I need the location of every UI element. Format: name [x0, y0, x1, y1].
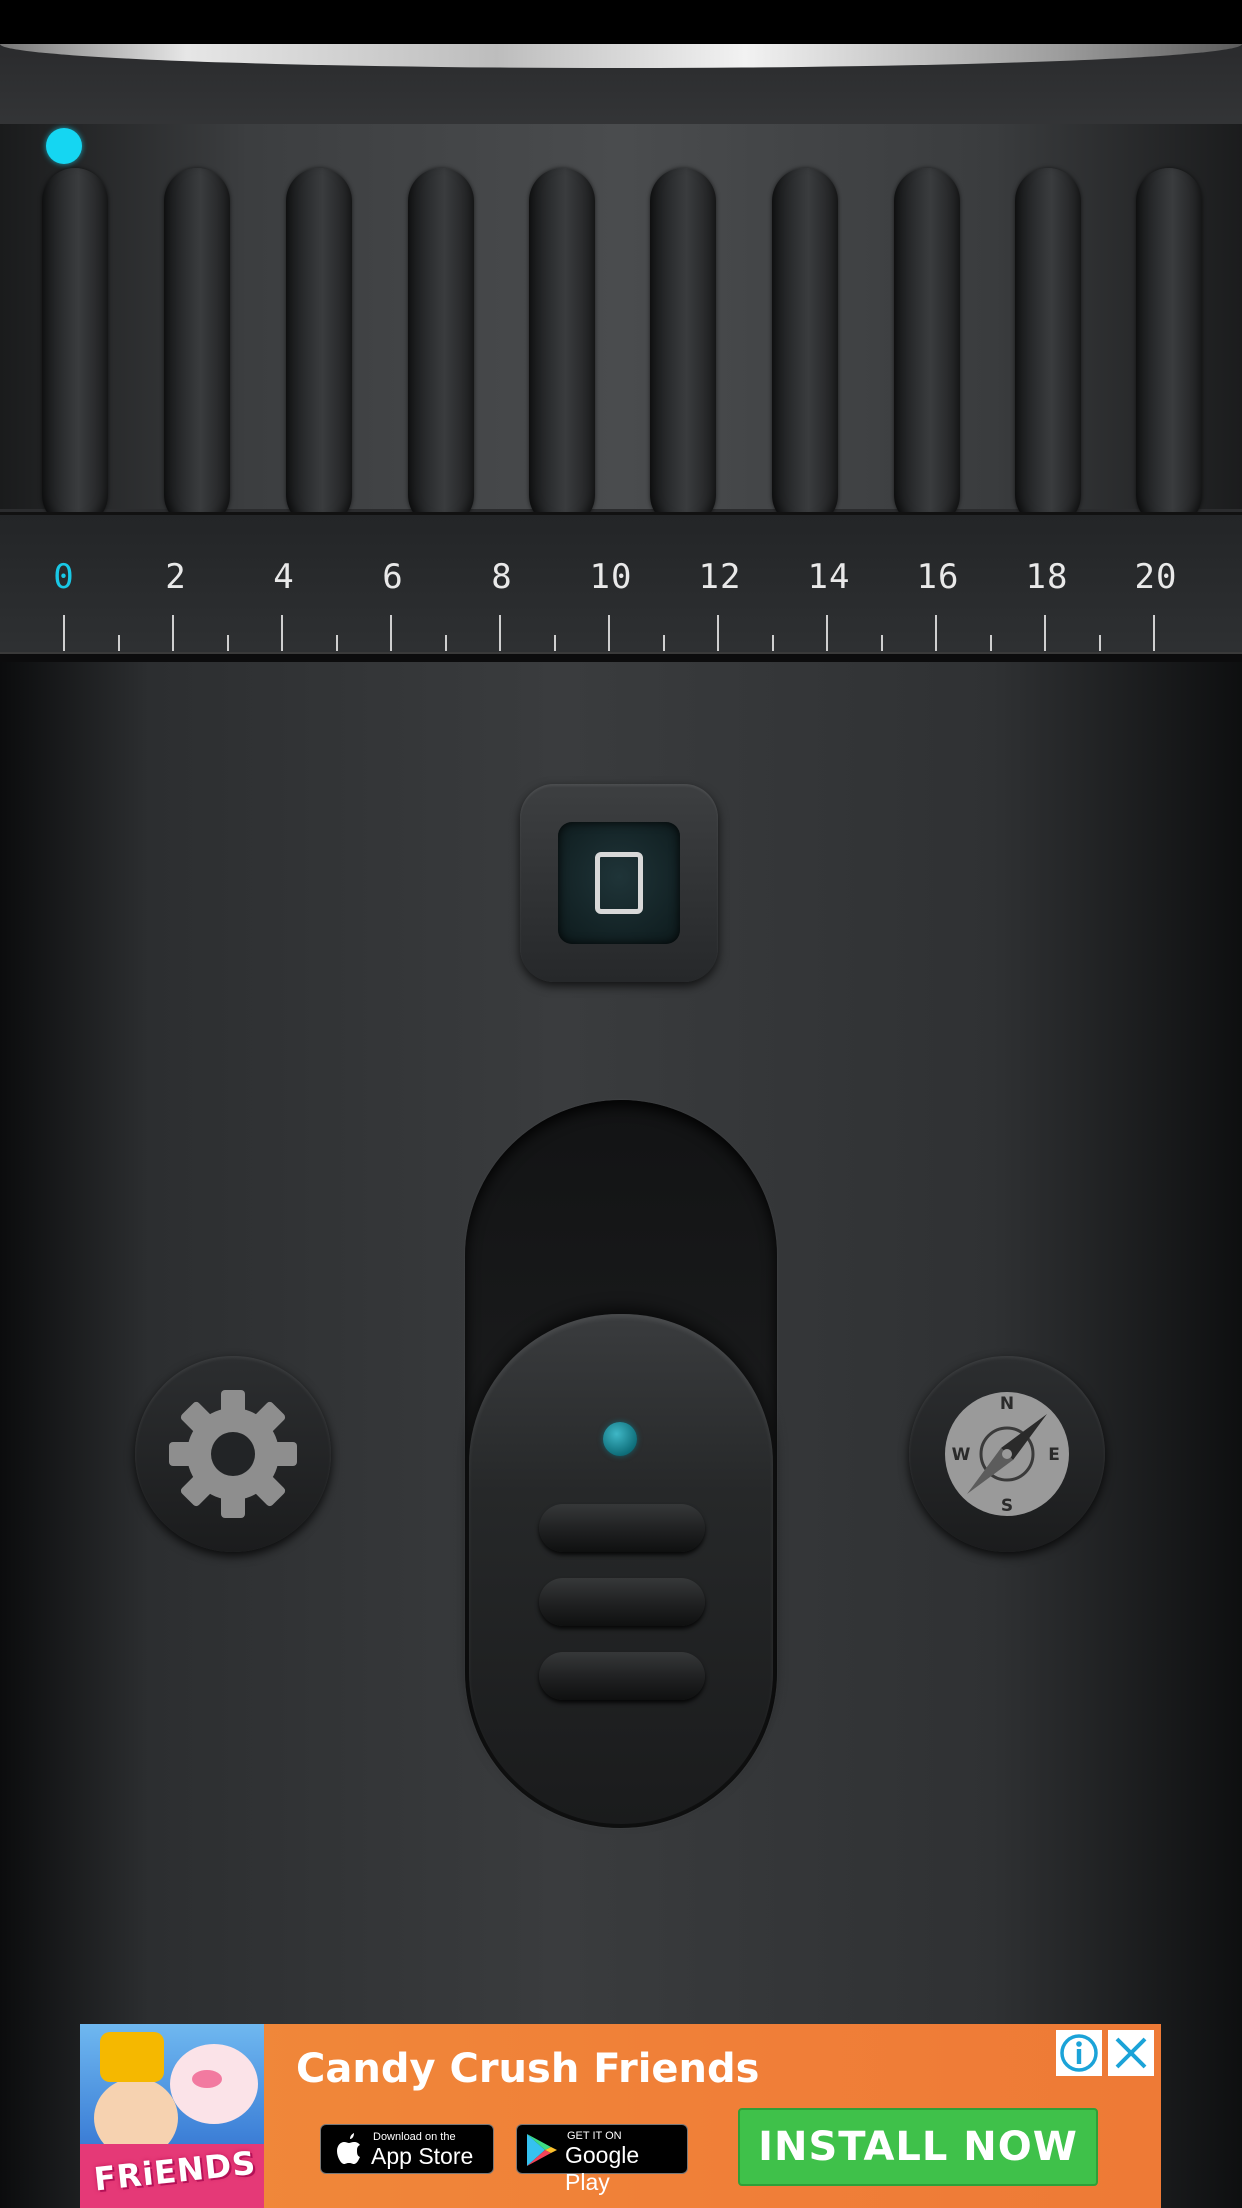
- scale-minor-tick: [880, 635, 883, 651]
- scale-minor-tick: [444, 635, 447, 651]
- scale-minor-tick: [553, 635, 556, 651]
- scale-label: 6: [382, 557, 404, 597]
- strobe-scale[interactable]: 0 2 4 6 8 10 12 14 16 18 20: [0, 512, 1242, 662]
- compass-east-label: E: [1048, 1445, 1060, 1465]
- knob-ridge: [286, 168, 352, 514]
- compass-south-label: S: [1001, 1496, 1013, 1516]
- knob-ridge: [42, 168, 108, 514]
- scale-major-tick: [1044, 615, 1046, 651]
- scale-major-tick: [717, 615, 719, 651]
- knob-ridge: [894, 168, 960, 514]
- gear-icon: [169, 1390, 297, 1518]
- scale-label: 14: [807, 557, 851, 597]
- knob-ridge: [772, 168, 838, 514]
- switch-grip: [539, 1578, 705, 1626]
- scale-label: 8: [491, 557, 513, 597]
- scale-label: 20: [1134, 557, 1178, 597]
- compass-north-label: N: [1000, 1394, 1014, 1414]
- knob-ridge: [164, 168, 230, 514]
- scale-minor-tick: [662, 635, 665, 651]
- scale-minor-tick: [335, 635, 338, 651]
- phone-screen-icon: [595, 852, 643, 914]
- scale-major-tick: [935, 615, 937, 651]
- ad-character-snout: [192, 2070, 222, 2088]
- scale-minor-tick: [1098, 635, 1101, 651]
- app-store-big-text: App Store: [371, 2143, 474, 2169]
- power-switch[interactable]: [469, 1314, 773, 1824]
- scale-minor-tick: [771, 635, 774, 651]
- scale-major-tick: [608, 615, 610, 651]
- knob-ridge: [650, 168, 716, 514]
- app-store-badge[interactable]: Download on the App Store: [320, 2124, 494, 2174]
- install-now-button[interactable]: INSTALL NOW: [738, 2108, 1098, 2186]
- screen-light-button[interactable]: [520, 784, 718, 982]
- scale-minor-tick: [989, 635, 992, 651]
- ad-close-button[interactable]: [1108, 2030, 1154, 2076]
- scale-label: 16: [916, 557, 960, 597]
- scale-label: 12: [698, 557, 742, 597]
- compass-icon: N S E W: [945, 1392, 1069, 1516]
- flashlight-app: 0 2 4 6 8 10 12 14 16 18 20 N S E W FRiE…: [0, 0, 1242, 2208]
- scale-label: 18: [1025, 557, 1069, 597]
- switch-grip: [539, 1504, 705, 1552]
- compass-west-label: W: [952, 1445, 971, 1465]
- scale-major-tick: [63, 615, 65, 651]
- power-indicator-led: [603, 1422, 637, 1456]
- status-bar: [0, 0, 1242, 44]
- scale-label: 2: [165, 557, 187, 597]
- info-icon: [1060, 2034, 1098, 2072]
- ad-character-crown: [100, 2032, 164, 2082]
- scale-minor-tick: [117, 635, 120, 651]
- ad-app-icon[interactable]: FRiENDS: [80, 2024, 264, 2208]
- scale-major-tick: [499, 615, 501, 651]
- scale-major-tick: [390, 615, 392, 651]
- google-play-small-text: GET IT ON: [567, 2130, 622, 2142]
- scale-major-tick: [826, 615, 828, 651]
- knob-top-rim: [0, 44, 1242, 68]
- compass-button[interactable]: N S E W: [909, 1356, 1105, 1552]
- google-play-big-text: Google Play: [565, 2142, 640, 2195]
- scale-track: [0, 652, 1242, 662]
- switch-grip: [539, 1652, 705, 1700]
- knob-ridge: [1136, 168, 1202, 514]
- scale-major-tick: [1153, 615, 1155, 651]
- scale-major-tick: [281, 615, 283, 651]
- google-play-icon: [527, 2134, 557, 2166]
- scale-minor-tick: [226, 635, 229, 651]
- ad-info-button[interactable]: [1056, 2030, 1102, 2076]
- scale-major-tick: [172, 615, 174, 651]
- knob-grip-band: [0, 124, 1242, 514]
- knob-ridge: [408, 168, 474, 514]
- mode-button-face: [558, 822, 680, 944]
- strobe-knob[interactable]: [0, 44, 1242, 514]
- ad-banner[interactable]: FRiENDS Candy Crush Friends Download on …: [80, 2024, 1161, 2208]
- settings-button[interactable]: [135, 1356, 331, 1552]
- apple-icon: [337, 2133, 360, 2164]
- scale-label: 0: [53, 557, 75, 597]
- google-play-badge[interactable]: GET IT ON Google Play: [516, 2124, 688, 2195]
- knob-ridge: [529, 168, 595, 514]
- ad-title[interactable]: Candy Crush Friends: [296, 2046, 759, 2092]
- strobe-slider-thumb[interactable]: [46, 128, 82, 164]
- app-store-small-text: Download on the: [373, 2131, 456, 2143]
- scale-label: 4: [273, 557, 295, 597]
- knob-ridge: [1015, 168, 1081, 514]
- close-icon: [1115, 2037, 1147, 2069]
- scale-label: 10: [589, 557, 633, 597]
